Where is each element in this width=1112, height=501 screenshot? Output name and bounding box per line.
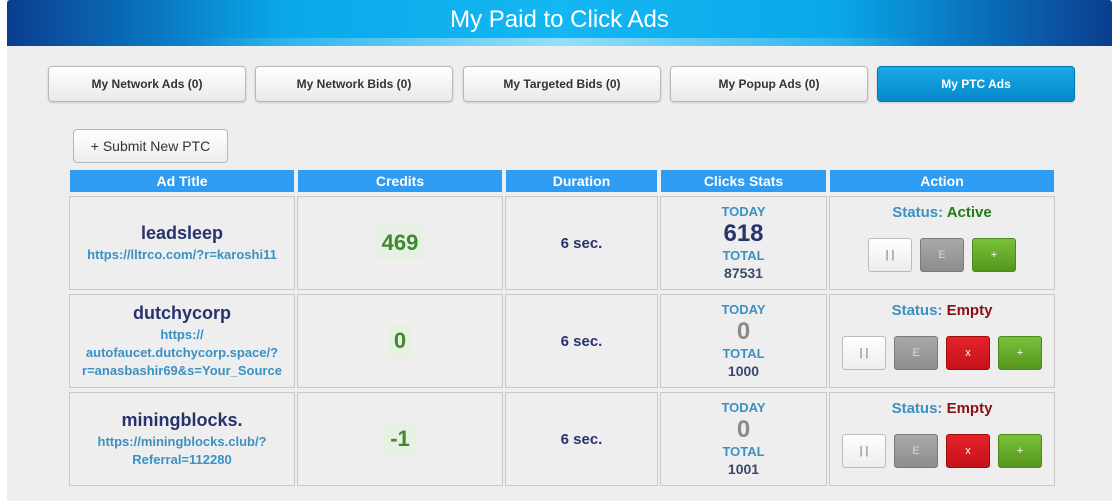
- ad-url[interactable]: https:// autofaucet.dutchycorp.space/? r…: [82, 326, 282, 380]
- today-label: TODAY: [721, 302, 766, 317]
- action-buttons: | | E x +: [842, 336, 1042, 370]
- ad-url[interactable]: https://miningblocks.club/? Referral=112…: [98, 433, 267, 469]
- ad-url-line: https://miningblocks.club/?: [97, 433, 267, 449]
- today-clicks: 0: [736, 416, 751, 443]
- duration-value: 6 sec.: [560, 332, 603, 350]
- duration-value: 6 sec.: [560, 430, 603, 448]
- duration-value: 6 sec.: [560, 234, 603, 252]
- status-label: Status:: [891, 400, 943, 417]
- ad-url-line: https://: [160, 326, 204, 342]
- edit-button[interactable]: E: [894, 336, 938, 370]
- total-label: TOTAL: [722, 346, 765, 361]
- status-badge: Empty: [946, 400, 993, 417]
- total-clicks: 1001: [727, 461, 760, 477]
- credits-cell: 469: [297, 196, 503, 290]
- clicks-stats-cell: TODAY 0 TOTAL 1000: [660, 294, 827, 388]
- column-header-credits: Credits: [298, 170, 502, 192]
- ad-url-line: r=anasbashir69&s=Your_Source: [82, 362, 282, 378]
- total-clicks: 87531: [724, 265, 763, 281]
- total-label: TOTAL: [722, 444, 765, 459]
- action-buttons: | | E +: [868, 238, 1016, 272]
- today-label: TODAY: [721, 204, 766, 219]
- total-clicks: 1000: [727, 363, 760, 379]
- ad-title-cell: leadsleep https://lltrco.com/?r=karoshi1…: [69, 196, 295, 290]
- edit-button[interactable]: E: [920, 238, 964, 272]
- clicks-stats-cell: TODAY 618 TOTAL 87531: [660, 196, 827, 290]
- ad-url[interactable]: https://lltrco.com/?r=karoshi11: [87, 246, 277, 264]
- ad-name: miningblocks.: [121, 409, 243, 430]
- status-line: Status: Active: [892, 204, 992, 221]
- action-cell: Status: Empty | | E x +: [829, 294, 1055, 388]
- column-header-action: Action: [830, 170, 1054, 192]
- tab-ptc-ads[interactable]: My PTC Ads: [877, 66, 1075, 102]
- credits-value: 469: [375, 226, 425, 260]
- column-header-ad-title: Ad Title: [70, 170, 294, 192]
- action-buttons: | | E x +: [842, 434, 1042, 468]
- status-line: Status: Empty: [892, 400, 993, 417]
- ptc-panel: My Paid to Click Ads My Network Ads (0) …: [7, 0, 1112, 501]
- tab-targeted-bids[interactable]: My Targeted Bids (0): [463, 66, 661, 102]
- delete-button[interactable]: x: [946, 434, 990, 468]
- ad-url-line: autofaucet.dutchycorp.space/?: [85, 344, 279, 360]
- pause-button[interactable]: | |: [868, 238, 912, 272]
- status-badge: Active: [946, 204, 992, 221]
- delete-button[interactable]: x: [946, 336, 990, 370]
- edit-button[interactable]: E: [894, 434, 938, 468]
- ad-title-cell: miningblocks. https://miningblocks.club/…: [69, 392, 295, 486]
- ad-name: dutchycorp: [132, 302, 231, 323]
- ad-url-line: Referral=112280: [132, 451, 232, 467]
- tab-network-bids[interactable]: My Network Bids (0): [255, 66, 453, 102]
- clicks-stats-cell: TODAY 0 TOTAL 1001: [660, 392, 827, 486]
- status-label: Status:: [891, 302, 943, 319]
- total-label: TOTAL: [722, 248, 765, 263]
- add-credits-button[interactable]: +: [998, 336, 1042, 370]
- tab-network-ads[interactable]: My Network Ads (0): [48, 66, 246, 102]
- today-label: TODAY: [721, 400, 766, 415]
- duration-cell: 6 sec.: [505, 392, 658, 486]
- credits-value: -1: [384, 422, 416, 456]
- column-header-duration: Duration: [506, 170, 657, 192]
- ad-name: leadsleep: [140, 222, 224, 243]
- action-cell: Status: Active | | E +: [829, 196, 1055, 290]
- ad-title-cell: dutchycorp https:// autofaucet.dutchycor…: [69, 294, 295, 388]
- duration-cell: 6 sec.: [505, 294, 658, 388]
- header-shine: [187, 38, 932, 46]
- column-header-clicks-stats: Clicks Stats: [661, 170, 826, 192]
- today-clicks: 0: [736, 318, 751, 345]
- today-clicks: 618: [723, 220, 764, 247]
- status-badge: Empty: [946, 302, 993, 319]
- page-title: My Paid to Click Ads: [450, 6, 669, 33]
- duration-cell: 6 sec.: [505, 196, 658, 290]
- credits-value: 0: [387, 324, 413, 358]
- credits-cell: 0: [297, 294, 503, 388]
- add-credits-button[interactable]: +: [972, 238, 1016, 272]
- pause-button[interactable]: | |: [842, 434, 886, 468]
- submit-new-ptc-button[interactable]: + Submit New PTC: [73, 129, 228, 163]
- pause-button[interactable]: | |: [842, 336, 886, 370]
- add-credits-button[interactable]: +: [998, 434, 1042, 468]
- tab-popup-ads[interactable]: My Popup Ads (0): [670, 66, 868, 102]
- header-bar: My Paid to Click Ads: [7, 0, 1112, 46]
- credits-cell: -1: [297, 392, 503, 486]
- status-label: Status:: [892, 204, 944, 221]
- status-line: Status: Empty: [892, 302, 993, 319]
- action-cell: Status: Empty | | E x +: [829, 392, 1055, 486]
